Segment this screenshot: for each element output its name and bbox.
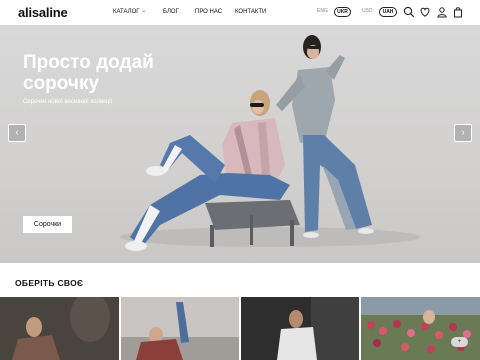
category-tile-1[interactable] [0,297,119,360]
hero-title-line1: Просто додай [23,52,154,73]
chevron-left-icon: ‹ [15,127,19,138]
tile-photo-1 [0,297,119,360]
expand-icon: + [142,9,146,15]
nav-item-catalog[interactable]: КАТАЛОГ + [113,9,153,15]
hero-title-line2: сорочку [23,73,100,94]
site-header: alisaline КАТАЛОГ + БЛОГ ПРО НАС КОНТАКТИ… [0,0,480,25]
shirts-cta-button[interactable]: Сорочки [23,216,72,233]
currency-uah[interactable]: UAH [379,7,397,17]
bag-icon[interactable] [452,6,464,18]
site-logo[interactable]: alisaline [18,5,68,20]
prev-slide-button[interactable]: ‹ [8,124,26,142]
next-slide-button[interactable]: › [454,124,472,142]
hero-subtitle: Сорочки нової весняної колекції [23,99,113,105]
chevron-right-icon: › [461,127,465,138]
user-icon[interactable] [436,6,448,18]
nav-item-catalog-label: КАТАЛОГ [113,9,140,15]
category-tiles [0,297,480,360]
heart-icon[interactable] [419,6,431,18]
tile-photo-2 [121,297,239,360]
nav-item-blog[interactable]: БЛОГ [163,9,188,15]
chat-icon: + [457,339,462,345]
chat-widget-button[interactable]: + [451,337,468,347]
search-icon[interactable] [403,6,415,18]
category-tile-2[interactable] [121,297,239,360]
hero-banner: Просто додай сорочку Сорочки нової весня… [0,25,480,263]
lang-eng[interactable]: ENG [317,8,328,14]
tile-photo-4 [361,297,480,360]
lang-ukr[interactable]: UKR [334,7,351,17]
section-title: ОБЕРІТЬ СВОЄ [15,278,84,288]
currency-usd[interactable]: USD [362,8,373,14]
tile-photo-3 [241,297,359,360]
category-tile-4[interactable] [361,297,480,360]
hero-title: Просто додай сорочку [23,52,193,94]
nav-item-about[interactable]: ПРО НАС [195,9,225,15]
nav-item-contacts[interactable]: КОНТАКТИ [235,9,275,15]
category-tile-3[interactable] [241,297,359,360]
